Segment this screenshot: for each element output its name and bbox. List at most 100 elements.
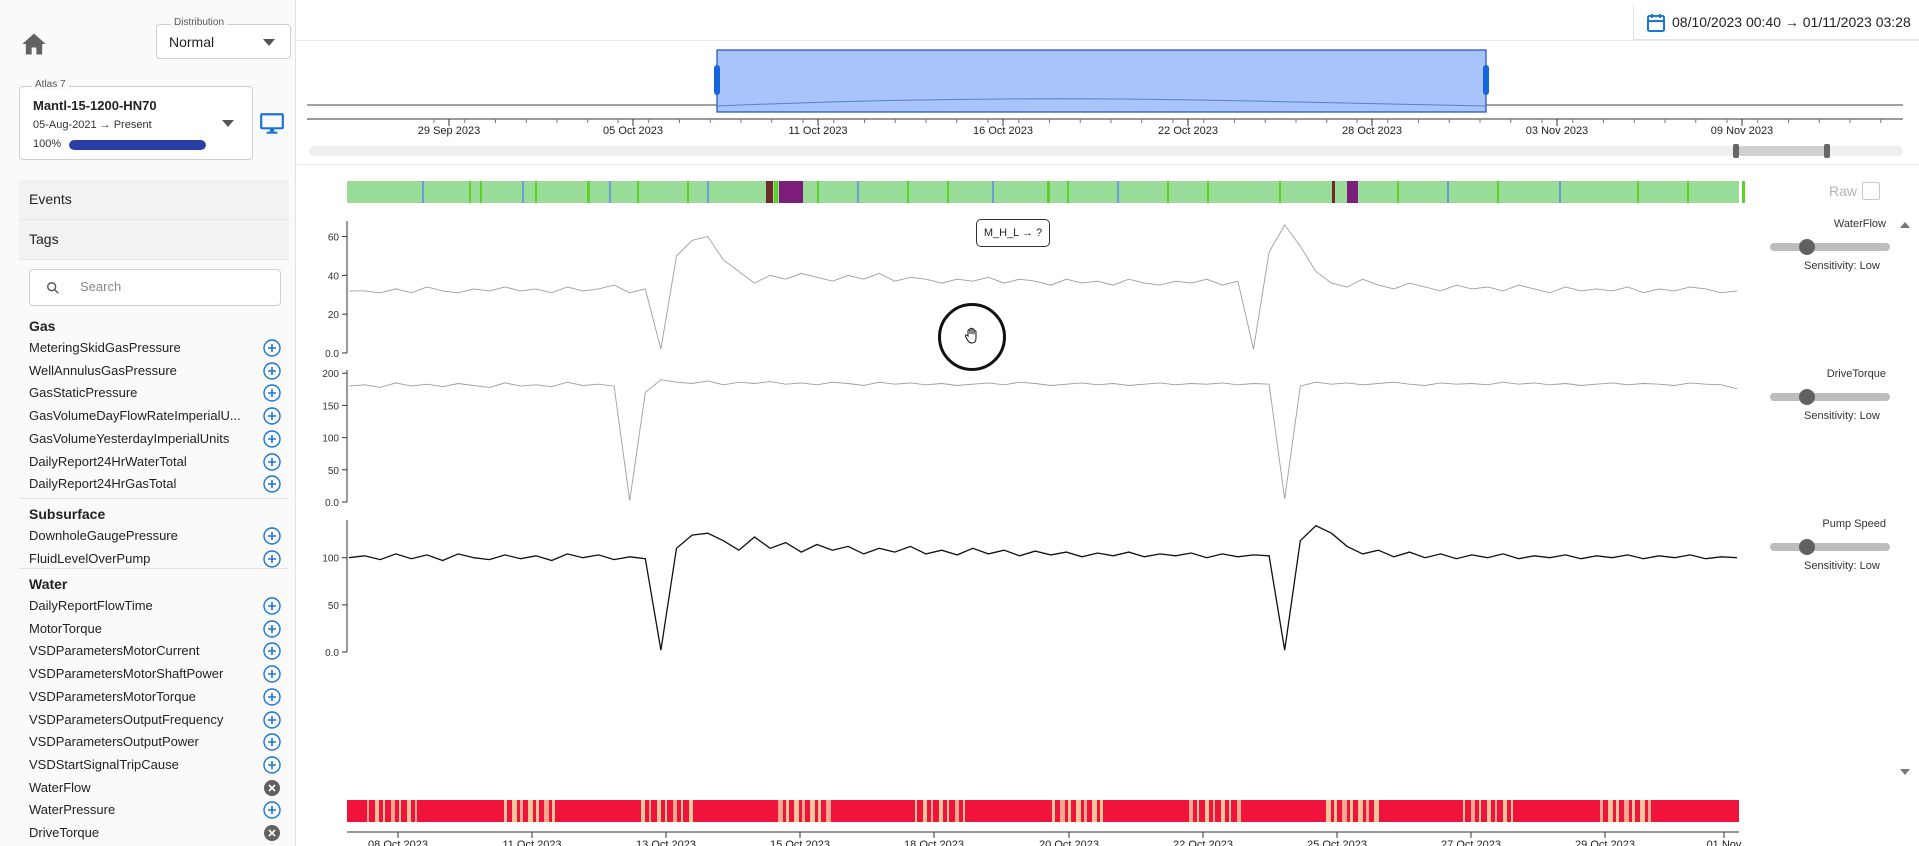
x-tick-label: 22 Oct 2023	[1173, 839, 1233, 846]
tag-label: VSDParametersMotorCurrent	[29, 643, 200, 659]
asset-name: Mantl-15-1200-HN70	[33, 98, 157, 113]
state-stripe	[480, 181, 482, 203]
tag-item[interactable]: DailyReport24HrWaterTotal	[29, 452, 285, 472]
asset-select[interactable]: Atlas 7 Mantl-15-1200-HN70 05-Aug-2021 →…	[19, 79, 253, 160]
events-section[interactable]: Events	[19, 180, 289, 220]
y-tick-label: 20	[328, 310, 340, 321]
sensitivity-slider[interactable]	[1770, 393, 1890, 401]
y-tick-label: 150	[322, 401, 339, 412]
state-stripe	[1687, 181, 1689, 203]
annotation-label[interactable]: M_H_L → ?	[976, 219, 1050, 247]
tag-item[interactable]: WaterPressure	[29, 800, 285, 820]
tag-item[interactable]: VSDStartSignalTripCause	[29, 755, 285, 775]
add-tag-icon[interactable]	[263, 688, 281, 706]
sensitivity-slider[interactable]	[1770, 243, 1890, 251]
tag-item[interactable]: GasVolumeYesterdayImperialUnits	[29, 429, 285, 449]
tag-item[interactable]: DailyReport24HrGasTotal	[29, 474, 285, 494]
add-tag-icon[interactable]	[263, 475, 281, 493]
state-stripe	[1205, 800, 1209, 822]
monitor-icon[interactable]	[259, 112, 285, 136]
tag-item[interactable]: WaterFlow	[29, 778, 285, 798]
add-tag-icon[interactable]	[263, 710, 281, 729]
tag-item[interactable]: MeteringSkidGasPressure	[29, 338, 285, 358]
tag-item[interactable]: DailyReportFlowTime	[29, 596, 285, 616]
tag-item[interactable]: DownholeGaugePressure	[29, 526, 285, 546]
add-tag-icon[interactable]	[263, 527, 281, 545]
state-stripe	[1608, 800, 1613, 822]
scroll-down-icon[interactable]	[1898, 766, 1912, 778]
state-stripe	[1213, 800, 1215, 822]
add-tag-icon[interactable]	[263, 339, 281, 357]
tag-item[interactable]: VSDParametersMotorTorque	[29, 687, 285, 707]
x-tick-label: 01 Nov	[1707, 839, 1742, 846]
state-stripe	[1279, 181, 1281, 203]
state-stripe	[1648, 800, 1651, 822]
tag-item[interactable]: VSDParametersMotorShaftPower	[29, 664, 285, 684]
state-stripe	[422, 181, 424, 203]
distribution-select[interactable]: Distribution Normal	[156, 17, 291, 59]
tag-item[interactable]: WellAnnulusGasPressure	[29, 361, 285, 381]
add-tag-icon[interactable]	[263, 756, 281, 774]
slider-thumb[interactable]	[1799, 239, 1815, 255]
remove-tag-icon[interactable]	[263, 824, 281, 842]
y-tick-label: 0.0	[325, 349, 339, 360]
selection-handle-right[interactable]	[1483, 65, 1489, 95]
add-tag-icon[interactable]	[263, 361, 281, 380]
state-stripe	[415, 800, 417, 822]
sensitivity-slider[interactable]	[1770, 543, 1890, 551]
slider-thumb[interactable]	[1799, 539, 1815, 555]
state-stripe	[1559, 181, 1561, 203]
add-tag-icon[interactable]	[263, 619, 281, 638]
overview-selection[interactable]	[716, 49, 1487, 113]
scrollbar-handle-left[interactable]	[1733, 144, 1739, 158]
state-stripe	[1076, 800, 1081, 822]
slider-thumb[interactable]	[1799, 389, 1815, 405]
add-tag-icon[interactable]	[263, 597, 281, 615]
tags-section[interactable]: Tags	[19, 220, 289, 260]
tag-label: GasStaticPressure	[29, 385, 138, 401]
overview-scrollbar[interactable]	[309, 146, 1903, 156]
state-stripe	[587, 181, 590, 203]
x-tick-label: 08 Oct 2023	[368, 839, 428, 846]
tag-item[interactable]: GasVolumeDayFlowRateImperialU...	[29, 406, 285, 426]
add-tag-icon[interactable]	[263, 642, 281, 661]
home-icon[interactable]	[20, 30, 48, 58]
sensitivity-label: Sensitivity: Low	[1804, 560, 1880, 572]
tag-item[interactable]: GasStaticPressure	[29, 383, 285, 403]
state-stripe	[520, 800, 523, 822]
add-tag-icon[interactable]	[263, 384, 281, 403]
add-tag-icon[interactable]	[263, 452, 281, 471]
state-stripe	[826, 800, 831, 822]
tag-item[interactable]: VSDParametersOutputFrequency	[29, 710, 285, 730]
tag-item[interactable]: FluidLevelOverPump	[29, 549, 285, 569]
overview-navigator[interactable]: 29 Sep 2023 05 Oct 2023 11 Oct 2023 16 Oct …	[297, 42, 1919, 164]
axis-tick-label: 22 Oct 2023	[1158, 125, 1218, 137]
date-range-picker[interactable]: 08/10/2023 00:40 → 01/11/2023 03:28	[1633, 4, 1919, 40]
add-tag-icon[interactable]	[263, 430, 281, 448]
add-tag-icon[interactable]	[263, 733, 281, 751]
tag-item[interactable]: VSDParametersOutputPower	[29, 732, 285, 752]
add-tag-icon[interactable]	[263, 407, 281, 425]
add-tag-icon[interactable]	[263, 549, 281, 568]
axis-tick-label: 29 Sep 2023	[418, 125, 480, 137]
tag-item[interactable]: MotorTorque	[29, 619, 285, 639]
add-tag-icon[interactable]	[263, 665, 281, 683]
axis-tick-label: 09 Nov 2023	[1711, 125, 1773, 137]
selection-handle-left[interactable]	[714, 65, 720, 95]
add-tag-icon[interactable]	[263, 801, 281, 819]
state-stripe	[1092, 800, 1097, 822]
divider	[19, 498, 289, 499]
scroll-up-icon[interactable]	[1898, 219, 1912, 231]
remove-tag-icon[interactable]	[263, 779, 281, 797]
chart-panel-1: 0.0 50 100 150 200	[322, 369, 1738, 509]
state-stripe	[673, 800, 677, 822]
state-stripe	[383, 800, 385, 822]
state-stripe	[1358, 800, 1363, 822]
tag-item[interactable]: VSDParametersMotorCurrent	[29, 641, 285, 661]
search-input[interactable]	[80, 279, 270, 294]
scrollbar-handle-right[interactable]	[1824, 144, 1830, 158]
tag-item[interactable]: DriveTorque	[29, 823, 285, 843]
state-stripe	[707, 181, 709, 203]
axis-tick-label: 03 Nov 2023	[1526, 125, 1588, 137]
scrollbar-thumb[interactable]	[1737, 146, 1827, 156]
